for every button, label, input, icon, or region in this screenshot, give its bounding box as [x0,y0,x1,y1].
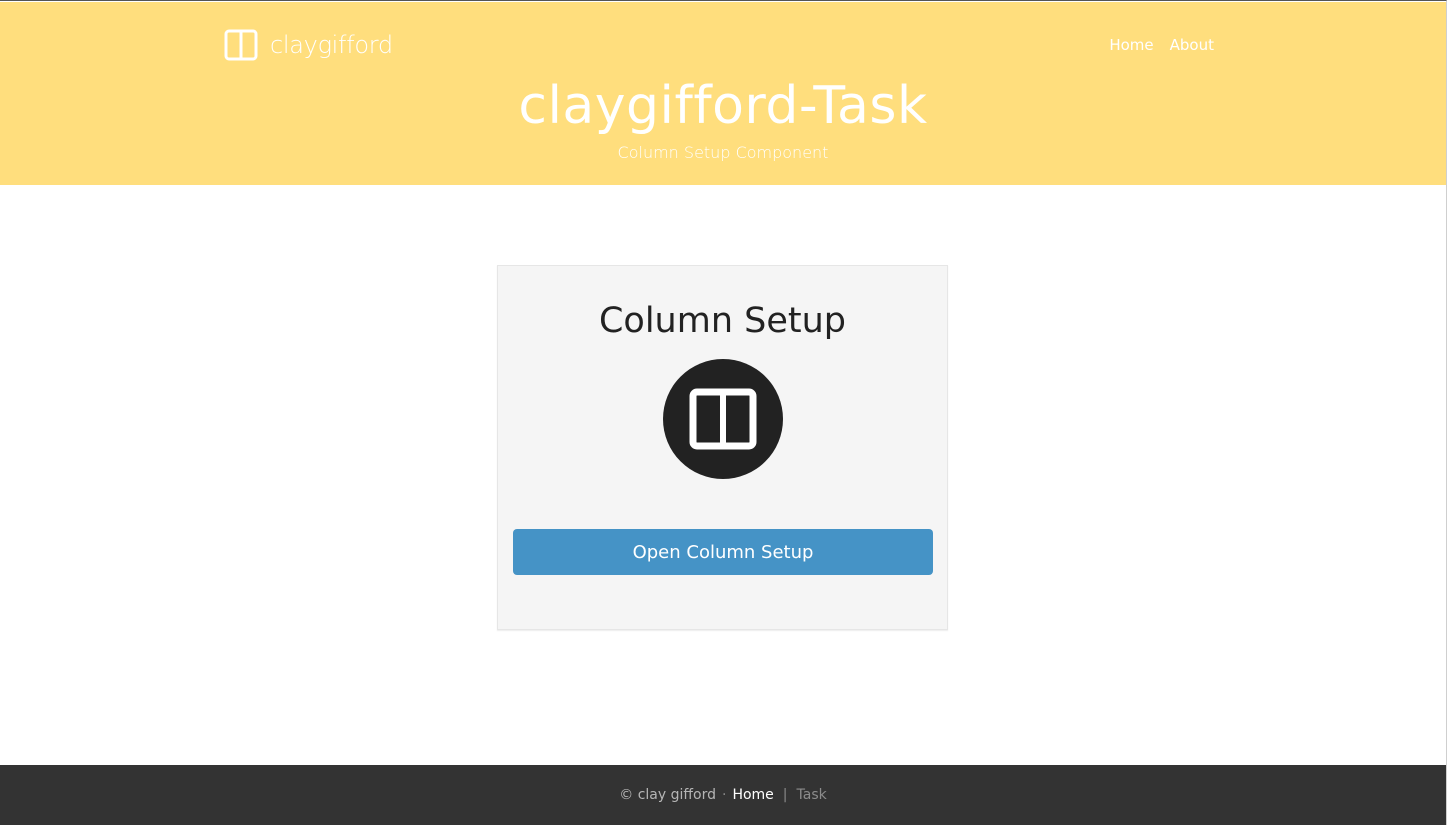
page-title: claygifford-Task [518,76,928,136]
footer-bar-separator: | [782,787,788,803]
footer-copyright: © clay gifford [619,787,716,803]
site-header: claygifford Home About claygifford-Task … [0,2,1446,185]
column-setup-card: Column Setup Open Column Setup [497,265,948,630]
columns-icon [689,388,757,450]
top-nav: Home About [1109,36,1214,54]
nav-home-link[interactable]: Home [1109,36,1153,54]
footer-home-link[interactable]: Home [732,787,773,803]
card-title: Column Setup [598,301,847,341]
page-subtitle: Column Setup Component [617,143,829,162]
open-column-setup-button[interactable]: Open Column Setup [513,529,933,575]
site-footer: © clay gifford · Home | Task [0,765,1446,825]
columns-icon [224,29,258,61]
brand-name: claygifford [270,31,393,59]
brand-link[interactable]: claygifford [224,28,393,62]
footer-dot-separator: · [722,787,727,803]
nav-about-link[interactable]: About [1170,36,1214,54]
card-icon-circle [663,359,783,479]
footer-current-page: Task [796,787,827,803]
